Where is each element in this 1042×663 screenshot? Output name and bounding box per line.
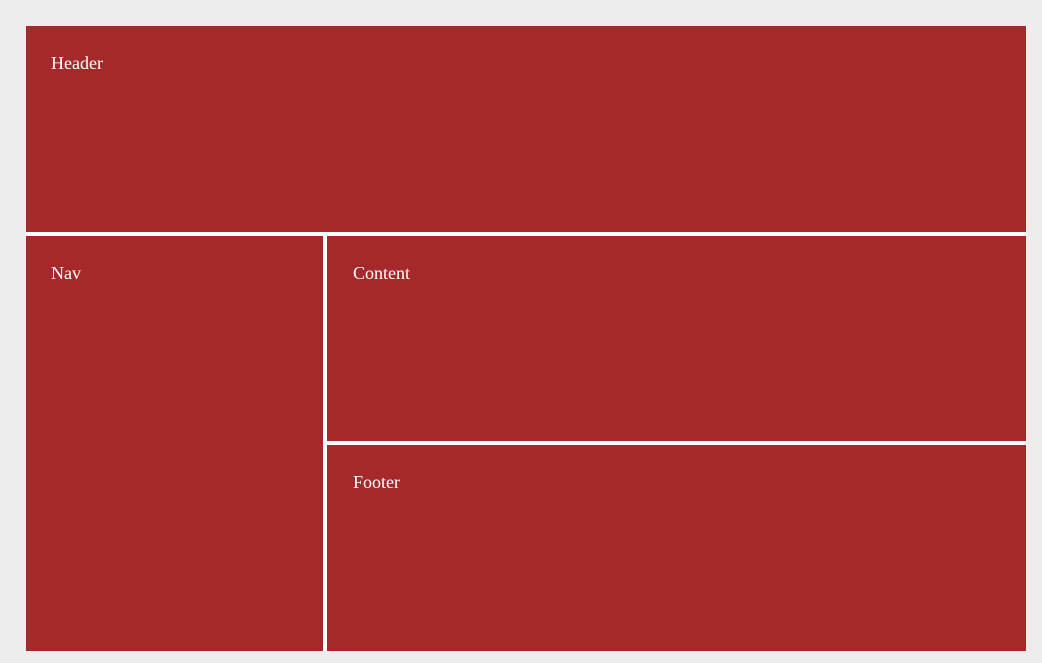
layout-grid: Header Nav Content Footer	[26, 26, 1026, 651]
nav-label: Nav	[51, 263, 81, 283]
content-region: Content	[327, 236, 1026, 441]
footer-label: Footer	[353, 472, 400, 492]
content-label: Content	[353, 263, 410, 283]
header-label: Header	[51, 53, 103, 73]
footer-region: Footer	[327, 445, 1026, 651]
header-region: Header	[26, 26, 1026, 232]
nav-region: Nav	[26, 236, 323, 651]
